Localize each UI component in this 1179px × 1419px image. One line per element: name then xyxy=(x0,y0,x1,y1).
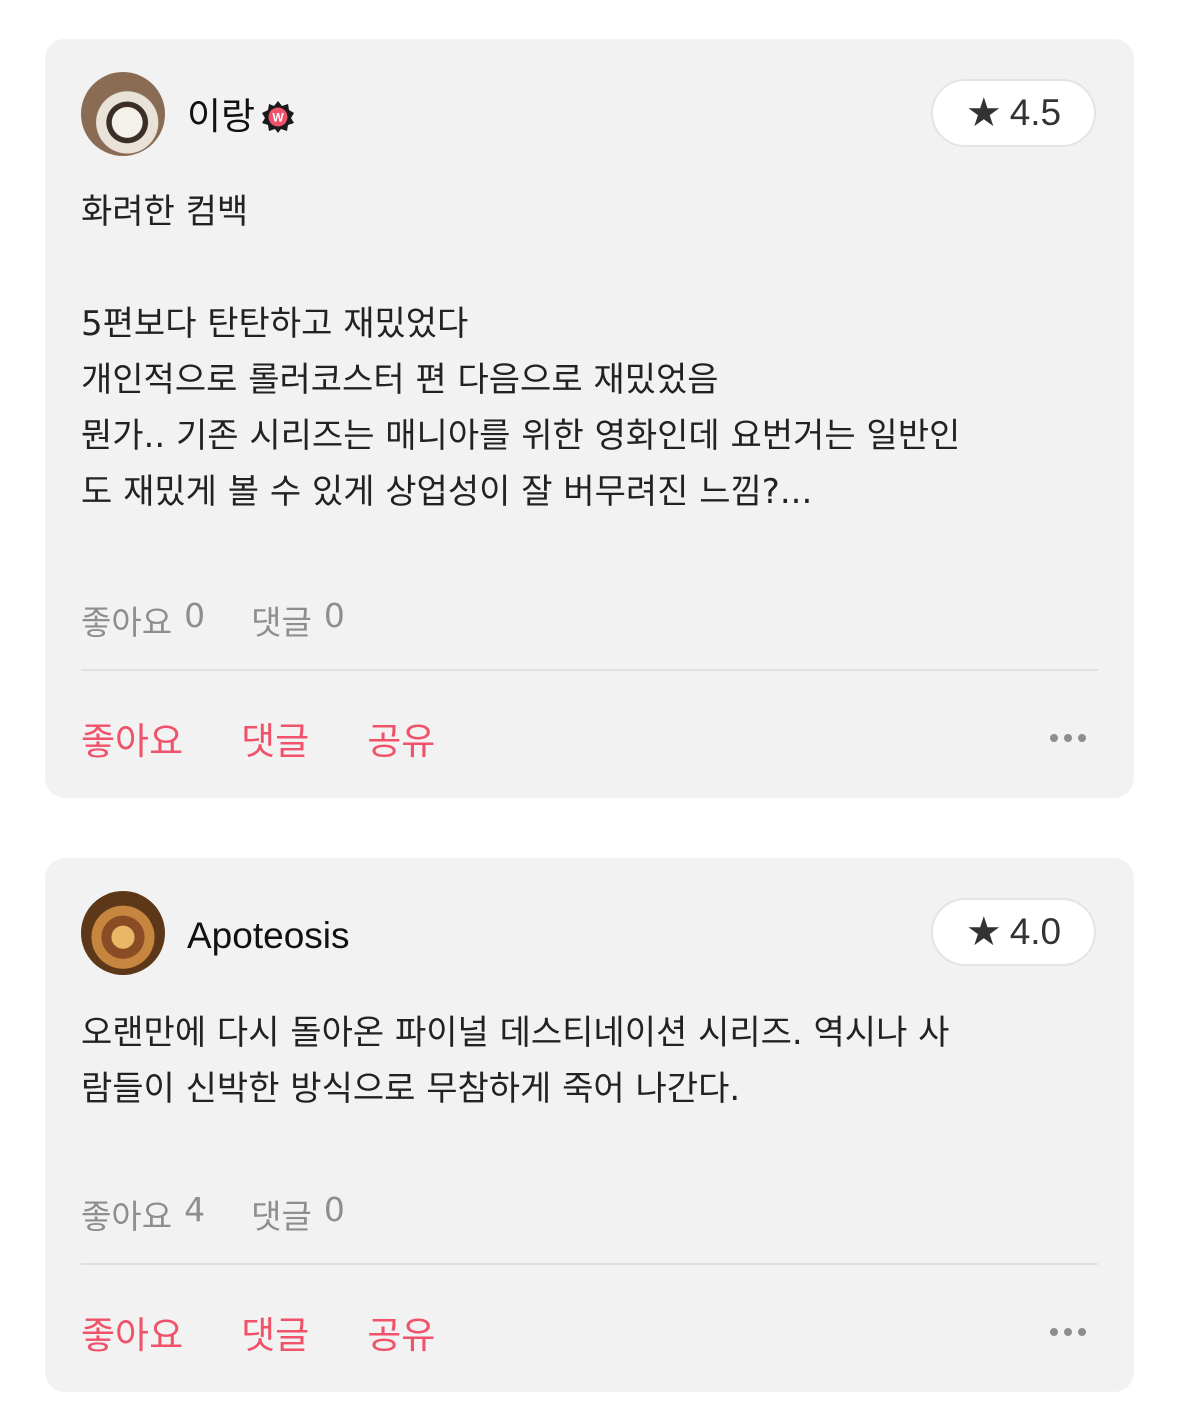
share-button[interactable]: 공유 xyxy=(367,711,435,765)
comments-label: 댓글 xyxy=(251,1197,312,1236)
likes-count: 4 xyxy=(184,1190,206,1229)
rating-value: 4.5 xyxy=(1009,92,1062,133)
comments-stat: 댓글 0 xyxy=(251,1190,345,1238)
review-card: Apoteosis ★ 4.0 오랜만에 다시 돌아온 파이널 데스티네이션 시… xyxy=(45,858,1134,1392)
more-options-icon[interactable] xyxy=(1050,1328,1098,1336)
comment-button[interactable]: 댓글 xyxy=(241,1305,309,1359)
username[interactable]: 이랑 W xyxy=(187,95,295,139)
likes-stat: 좋아요 4 xyxy=(81,1190,205,1238)
username[interactable]: Apoteosis xyxy=(187,914,350,958)
star-icon: ★ xyxy=(965,910,1002,954)
user-avatar[interactable] xyxy=(81,891,165,975)
user-avatar[interactable] xyxy=(81,72,165,156)
divider xyxy=(81,669,1098,671)
rating-value: 4.0 xyxy=(1009,911,1062,952)
likes-label: 좋아요 xyxy=(81,1197,173,1236)
star-icon: ★ xyxy=(965,91,1002,135)
comment-button[interactable]: 댓글 xyxy=(241,711,309,765)
rating-badge: ★ 4.0 xyxy=(931,898,1096,966)
comments-stat: 댓글 0 xyxy=(251,596,345,644)
comments-count: 0 xyxy=(323,596,345,635)
likes-count: 0 xyxy=(184,596,206,635)
svg-text:W: W xyxy=(272,111,284,125)
review-text[interactable]: 화려한 컴백 5편보다 탄탄하고 재밌었다 개인적으로 롤러코스터 편 다음으로… xyxy=(81,184,1094,520)
likes-label: 좋아요 xyxy=(81,603,173,642)
review-actions: 좋아요 댓글 공유 xyxy=(81,711,1098,765)
review-actions: 좋아요 댓글 공유 xyxy=(81,1305,1098,1359)
divider xyxy=(81,1263,1098,1265)
username-text[interactable]: Apoteosis xyxy=(187,914,350,958)
comments-count: 0 xyxy=(323,1190,345,1229)
like-button[interactable]: 좋아요 xyxy=(81,1305,183,1359)
likes-stat: 좋아요 0 xyxy=(81,596,205,644)
comments-label: 댓글 xyxy=(251,603,312,642)
review-text[interactable]: 오랜만에 다시 돌아온 파이널 데스티네이션 시리즈. 역시나 사 람들이 신박… xyxy=(81,1005,1094,1117)
rating-badge: ★ 4.5 xyxy=(931,79,1096,147)
review-card: 이랑 W ★ 4.5 화려한 컴백 5편보다 탄탄하고 재밌었다 개인적으로 롤… xyxy=(45,39,1134,798)
username-text[interactable]: 이랑 xyxy=(187,95,255,139)
share-button[interactable]: 공유 xyxy=(367,1305,435,1359)
review-stats: 좋아요 0 댓글 0 xyxy=(81,596,345,644)
watcha-pedia-badge-icon: W xyxy=(262,101,295,133)
like-button[interactable]: 좋아요 xyxy=(81,711,183,765)
review-stats: 좋아요 4 댓글 0 xyxy=(81,1190,345,1238)
more-options-icon[interactable] xyxy=(1050,734,1098,742)
